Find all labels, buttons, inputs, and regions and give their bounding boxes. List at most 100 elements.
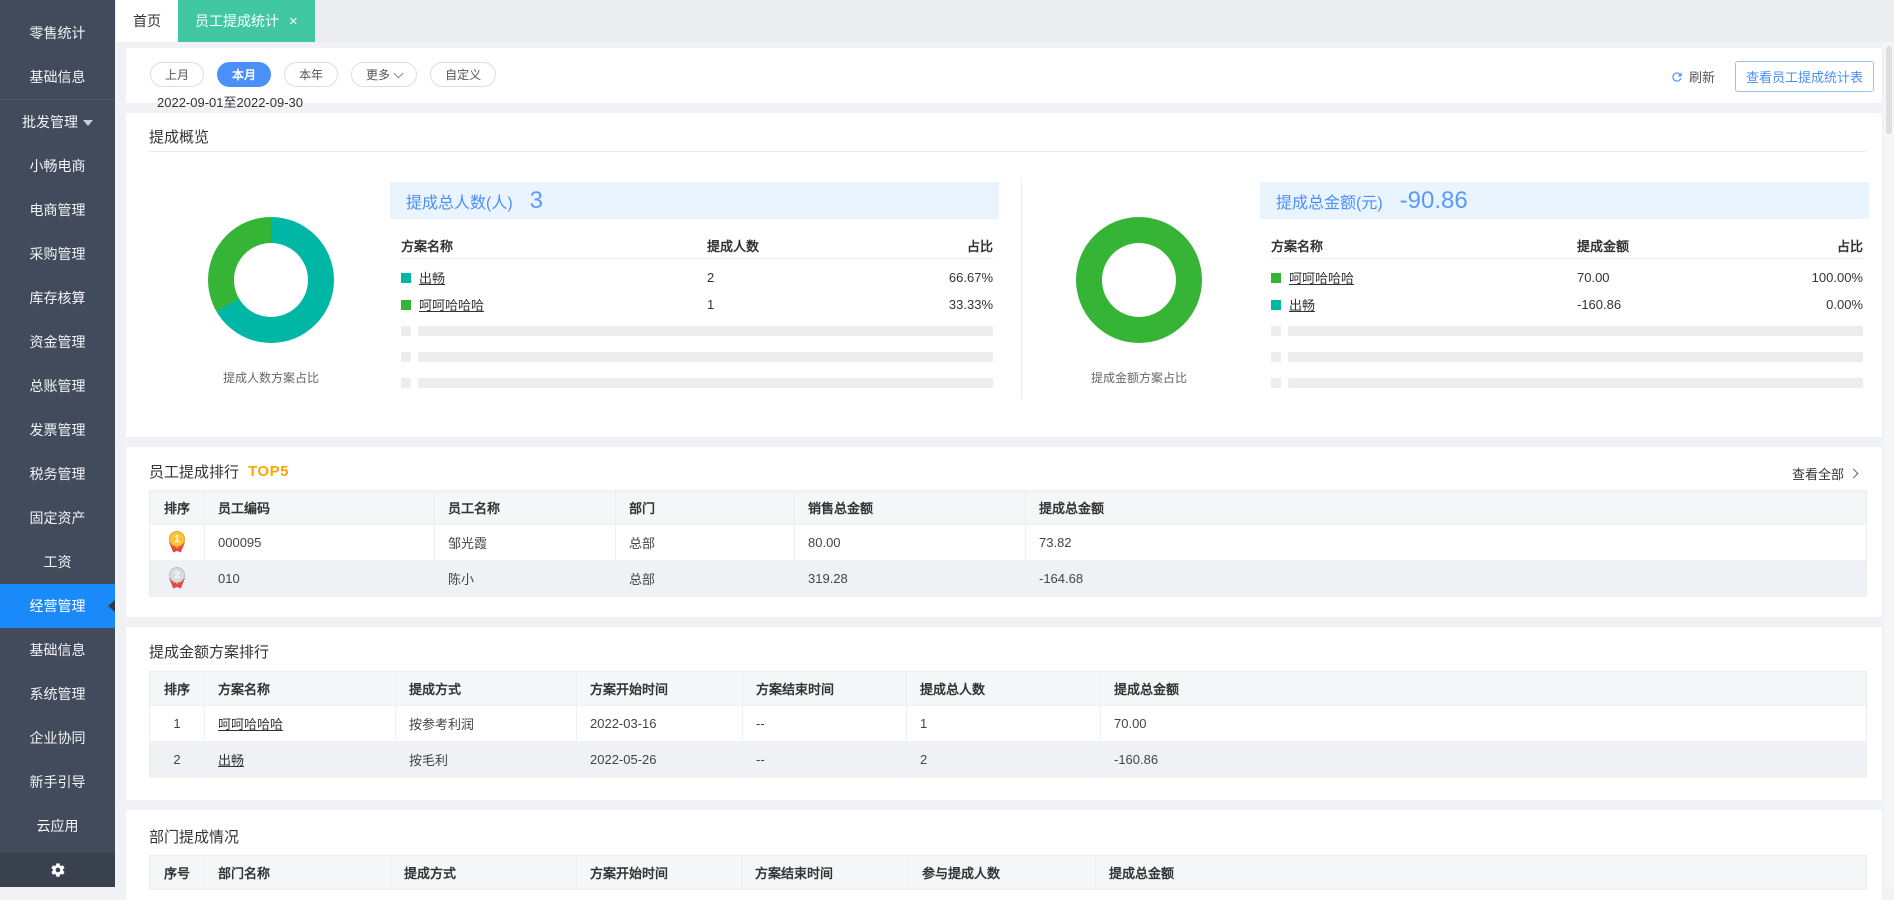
sidebar-item-5[interactable]: 采购管理 <box>0 232 115 276</box>
refresh-icon <box>1670 70 1684 84</box>
department-title-row: 部门提成情况 <box>149 826 1866 846</box>
vertical-scrollbar[interactable] <box>1884 42 1894 887</box>
chevron-down-icon <box>393 68 404 78</box>
rank-cell: 1 <box>149 524 205 561</box>
sidebar-item-label: 云应用 <box>36 818 79 834</box>
skeleton-bar <box>418 378 993 388</box>
date-filter-pills: 上月 本月 本年 更多 自定义 <box>150 62 497 87</box>
filter-pill-0[interactable]: 上月 <box>150 62 205 87</box>
caret-down-icon <box>83 120 93 127</box>
skeleton-square <box>401 326 411 336</box>
sidebar-item-1[interactable]: 基础信息 <box>0 55 115 99</box>
donut-chart-left <box>208 217 334 343</box>
col-header: 方案名称 <box>401 238 454 254</box>
sidebar-settings-button[interactable] <box>0 853 115 887</box>
plan-value-cell: -160.86 <box>1577 297 1622 312</box>
data-cell: 出畅 <box>204 741 396 778</box>
sidebar-item-18[interactable]: 云应用 <box>0 804 115 848</box>
column-header: 部门名称 <box>204 855 391 890</box>
donut-hole <box>234 243 308 317</box>
sidebar-item-label: 基础信息 <box>29 642 86 658</box>
table-row: 2 010 陈小 总部 319.28 -164.68 <box>149 560 1867 597</box>
col-header: 占比 <box>1836 238 1863 254</box>
filter-pill-1[interactable]: 本月 <box>217 62 272 87</box>
sidebar-item-label: 新手引导 <box>29 774 86 790</box>
view-commission-report-button[interactable]: 查看员工提成统计表 <box>1734 61 1874 92</box>
column-header: 序号 <box>149 855 205 890</box>
plan-link[interactable]: 呵呵哈哈哈 <box>218 717 283 732</box>
plan-link[interactable]: 呵呵哈哈哈 <box>1289 268 1354 287</box>
plan-value-cell: 2 <box>707 270 715 285</box>
sidebar-item-2[interactable]: 批发管理 <box>0 100 115 144</box>
table-header-row: 排序 员工编码 员工名称 部门 销售总金额 提成总金额 <box>149 490 1867 525</box>
sidebar-item-17[interactable]: 新手引导 <box>0 760 115 804</box>
plan-link[interactable]: 出畅 <box>218 753 244 768</box>
donut-label-left: 提成人数方案占比 <box>222 371 319 385</box>
skeleton-square <box>401 378 411 388</box>
skeleton-row <box>401 318 993 344</box>
plan-share-table-right: 方案名称 提成金额 占比 呵呵哈哈哈 70.00 100.00% 出畅 -160.86 0.00… <box>1271 232 1863 396</box>
rank-cell: 2 <box>149 560 205 597</box>
sidebar-item-3[interactable]: 小畅电商 <box>0 144 115 188</box>
data-cell: 2022-03-16 <box>576 705 743 742</box>
sidebar-item-9[interactable]: 发票管理 <box>0 408 115 452</box>
filter-pill-3[interactable]: 更多 <box>351 62 418 87</box>
plan-name-cell: 出畅 <box>1271 295 1577 314</box>
view-all-link[interactable]: 查看全部 <box>1792 464 1859 483</box>
table-header-row: 排序 方案名称 提成方式 方案开始时间 方案结束时间 提成总人数 提成总金额 <box>149 671 1867 706</box>
donut-label-right: 提成金额方案占比 <box>1090 371 1187 385</box>
employee-ranking-title-row: 员工提成排行 TOP5 <box>149 461 1866 481</box>
plan-ranking-table: 排序 方案名称 提成方式 方案开始时间 方案结束时间 提成总人数 提成总金额 1 呵呵哈哈哈 按参… <box>149 671 1867 778</box>
sidebar-item-label: 企业协同 <box>29 730 86 746</box>
filter-pill-2[interactable]: 本年 <box>284 62 339 87</box>
skeleton-bar <box>1288 378 1863 388</box>
sidebar-item-label: 零售统计 <box>29 25 86 41</box>
column-header: 提成方式 <box>390 855 577 890</box>
sidebar-item-16[interactable]: 企业协同 <box>0 716 115 760</box>
skeleton-bar <box>1288 326 1863 336</box>
filter-pill-4[interactable]: 自定义 <box>430 62 497 87</box>
medal-number: 1 <box>169 530 185 547</box>
data-cell: -164.68 <box>1025 560 1867 597</box>
sidebar-item-6[interactable]: 库存核算 <box>0 276 115 320</box>
sidebar-item-12[interactable]: 工资 <box>0 540 115 584</box>
data-cell: 70.00 <box>1100 705 1867 742</box>
tab-label: 员工提成统计 <box>195 13 279 29</box>
data-cell: 总部 <box>615 524 795 561</box>
plan-name-cell: 呵呵哈哈哈 <box>401 295 707 314</box>
plan-link[interactable]: 出畅 <box>419 268 445 287</box>
plan-share-row: 出畅 -160.86 0.00% <box>1271 291 1863 318</box>
stat-banner-right: 提成总金额(元) -90.86 <box>1260 182 1869 219</box>
sidebar-item-10[interactable]: 税务管理 <box>0 452 115 496</box>
sidebar-item-15[interactable]: 系统管理 <box>0 672 115 716</box>
close-icon[interactable]: × <box>289 14 298 29</box>
sidebar-item-label: 经营管理 <box>29 598 86 614</box>
stat-label: 提成总人数(人) <box>406 194 513 212</box>
medal-number: 2 <box>169 566 185 583</box>
data-cell: 000095 <box>204 524 435 561</box>
plan-share-row: 呵呵哈哈哈 70.00 100.00% <box>1271 264 1863 291</box>
column-header: 员工编码 <box>204 490 435 525</box>
refresh-button[interactable]: 刷新 <box>1670 67 1715 86</box>
plan-link[interactable]: 出畅 <box>1289 295 1315 314</box>
skeleton-row <box>401 344 993 370</box>
scrollbar-thumb[interactable] <box>1886 46 1892 134</box>
sidebar-item-4[interactable]: 电商管理 <box>0 188 115 232</box>
plan-link[interactable]: 呵呵哈哈哈 <box>419 295 484 314</box>
tab-active[interactable]: 员工提成统计 × <box>178 0 315 42</box>
sidebar-item-13[interactable]: 经营管理 <box>0 584 115 628</box>
skeleton-row <box>1271 370 1863 396</box>
column-header: 参与提成人数 <box>908 855 1096 890</box>
table-row: 1 000095 邹光霞 总部 80.00 73.82 <box>149 524 1867 561</box>
data-cell: 73.82 <box>1025 524 1867 561</box>
sidebar-item-14[interactable]: 基础信息 <box>0 628 115 672</box>
sidebar-item-0[interactable]: 零售统计 <box>0 11 115 55</box>
filter-right: 刷新 查看员工提成统计表 <box>1670 48 1882 92</box>
plan-value-cell: 1 <box>707 297 715 312</box>
sidebar-item-7[interactable]: 资金管理 <box>0 320 115 364</box>
tab-home[interactable]: 首页 <box>116 0 178 42</box>
gear-icon <box>50 862 66 878</box>
data-cell: 2 <box>906 741 1101 778</box>
sidebar-item-8[interactable]: 总账管理 <box>0 364 115 408</box>
sidebar-item-11[interactable]: 固定资产 <box>0 496 115 540</box>
